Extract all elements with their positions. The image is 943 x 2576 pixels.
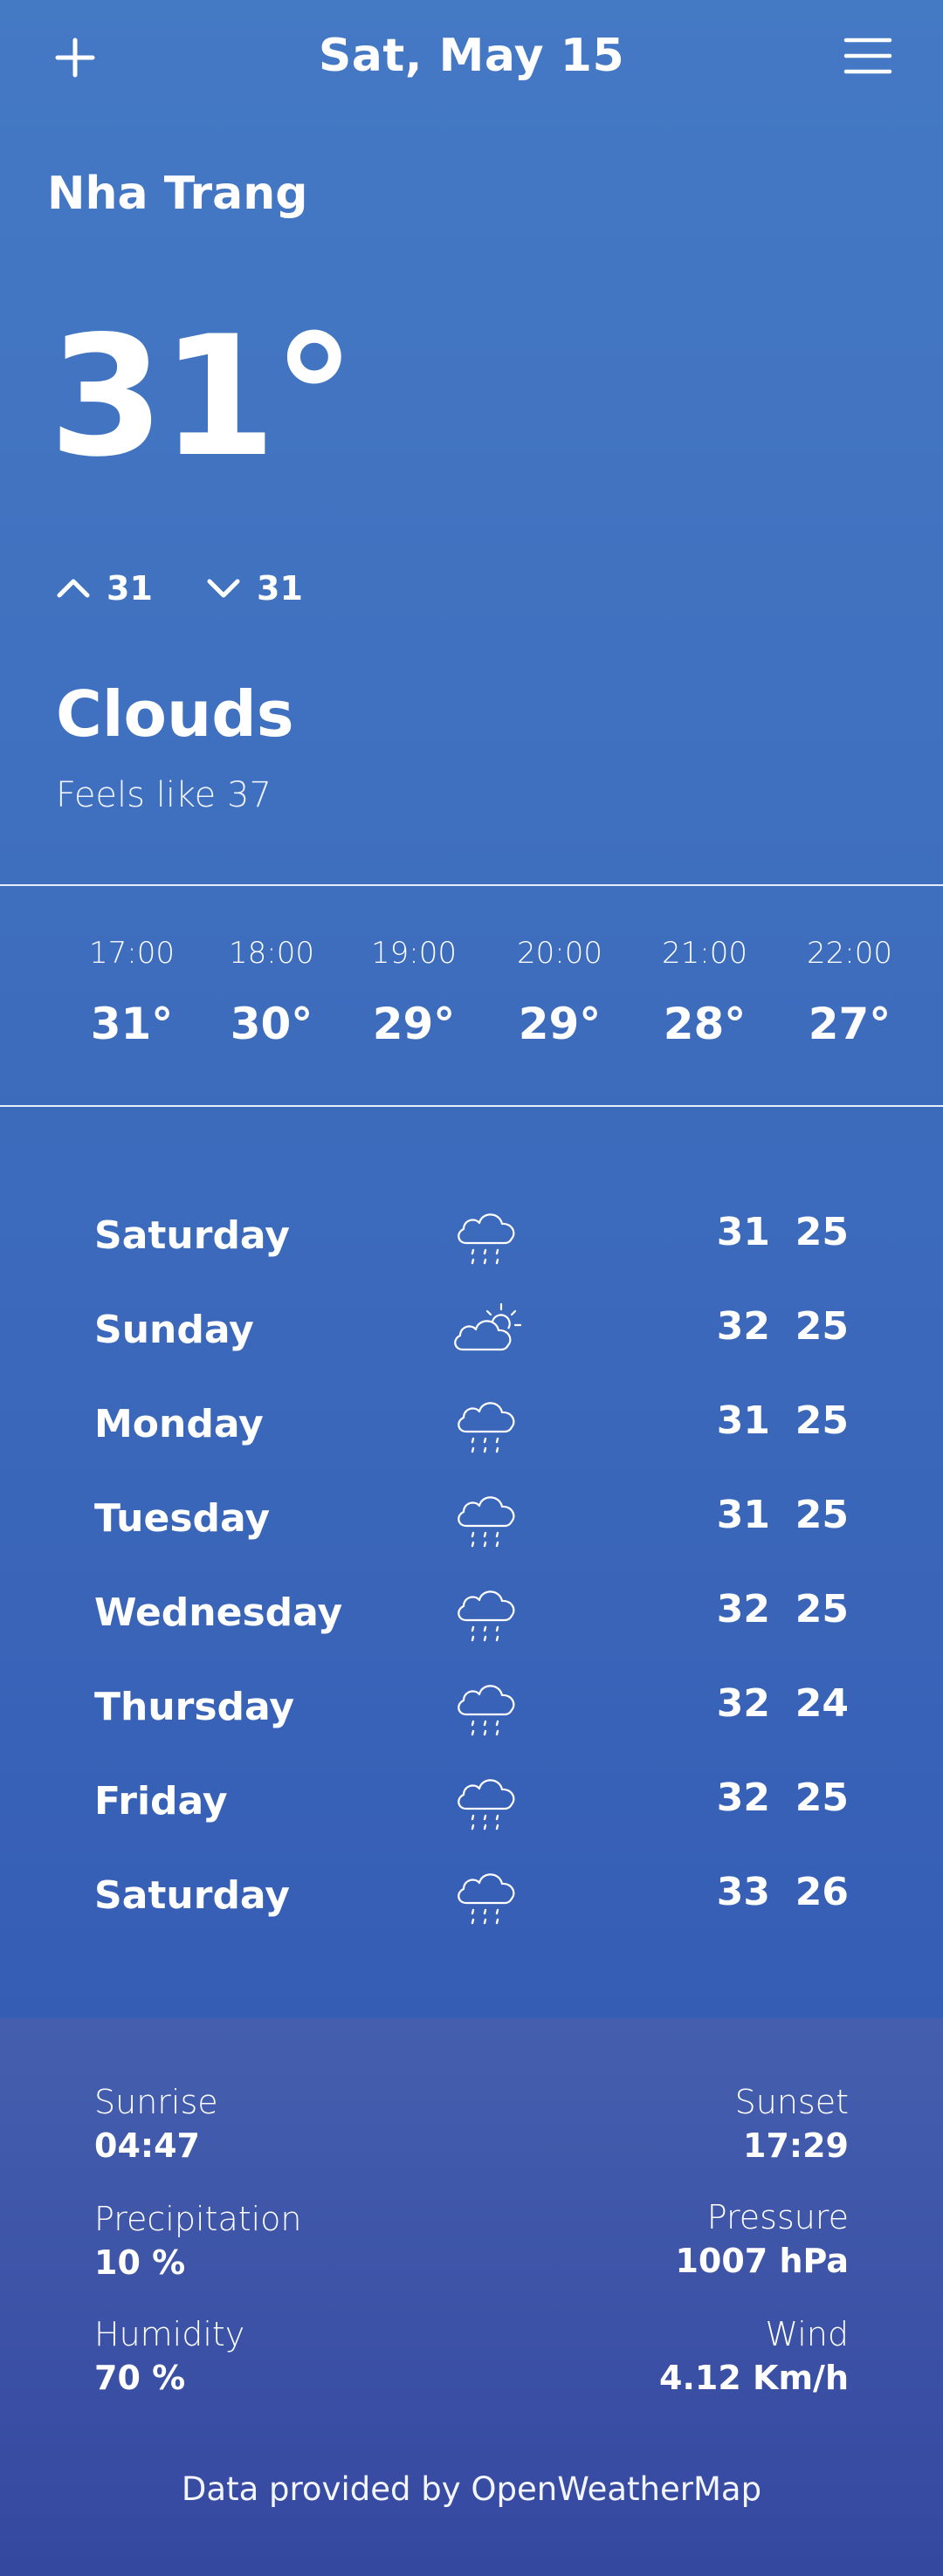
day-name: Sunday	[94, 1308, 254, 1352]
hourly-time: 22:00	[807, 936, 892, 971]
day-min-temperature: 24	[795, 1681, 849, 1726]
precipitation-value: 10 %	[94, 2243, 186, 2282]
hourly-temperature: 29°	[518, 999, 602, 1049]
humidity-label: Humidity	[94, 2315, 245, 2353]
daily-row: Saturday 33 26	[0, 1854, 943, 1933]
day-min-temperature: 25	[795, 1493, 849, 1537]
daily-row: Sunday 32 25	[0, 1288, 943, 1367]
hourly-item: 20:00 29°	[494, 932, 625, 1049]
daily-row: Saturday 31 25	[0, 1194, 943, 1273]
daily-row: Wednesday 32 25	[0, 1571, 943, 1650]
day-min-temperature: 25	[795, 1210, 849, 1254]
rain-cloud-icon	[451, 1199, 522, 1271]
weather-condition: Clouds	[56, 677, 294, 751]
precipitation-label: Precipitation	[94, 2200, 302, 2238]
day-name: Saturday	[94, 1873, 290, 1918]
hourly-temperature: 29°	[372, 999, 456, 1049]
high-temperature-value: 31	[107, 569, 153, 608]
partly-sunny-icon	[451, 1294, 522, 1365]
hourly-item: 22:00 27°	[784, 932, 915, 1049]
sunrise-label: Sunrise	[94, 2083, 218, 2121]
hourly-time: 21:00	[662, 936, 747, 971]
day-name: Tuesday	[94, 1496, 271, 1541]
hourly-time: 19:00	[371, 936, 457, 971]
hourly-temperature: 31°	[90, 999, 174, 1049]
data-credit: Data provided by OpenWeatherMap	[181, 2470, 762, 2508]
rain-cloud-icon	[451, 1388, 522, 1460]
hourly-time: 18:00	[229, 936, 314, 971]
chevron-up-icon	[57, 579, 90, 598]
day-min-temperature: 25	[795, 1587, 849, 1631]
date-title: Sat, May 15	[318, 30, 625, 82]
hourly-bottom-divider	[0, 1105, 943, 1107]
hourly-item: 19:00 29°	[348, 932, 479, 1049]
sunset-label: Sunset	[734, 2083, 849, 2121]
sunset-value: 17:29	[743, 2126, 849, 2165]
low-temperature: 31	[206, 567, 303, 609]
wind-label: Wind	[765, 2315, 849, 2353]
hourly-temperature: 27°	[808, 999, 891, 1049]
day-min-temperature: 25	[795, 1304, 849, 1349]
hourly-time: 20:00	[517, 936, 602, 971]
day-name: Saturday	[94, 1213, 290, 1258]
day-name: Friday	[94, 1779, 228, 1824]
daily-row: Monday 31 25	[0, 1383, 943, 1461]
hourly-item: 18:00 30°	[206, 932, 337, 1049]
chevron-down-icon	[207, 579, 240, 598]
high-temperature: 31	[56, 567, 153, 609]
day-min-temperature: 25	[795, 1398, 849, 1443]
hamburger-menu-icon	[843, 38, 892, 74]
feels-like: Feels like 37	[56, 775, 272, 815]
day-max-temperature: 31	[716, 1210, 770, 1254]
rain-cloud-icon	[451, 1577, 522, 1648]
day-max-temperature: 32	[716, 1681, 770, 1726]
day-min-temperature: 26	[795, 1870, 849, 1914]
day-max-temperature: 32	[716, 1587, 770, 1631]
daily-row: Friday 32 25	[0, 1760, 943, 1838]
rain-cloud-icon	[451, 1765, 522, 1837]
daily-row: Thursday 32 24	[0, 1666, 943, 1744]
day-max-temperature: 32	[716, 1776, 770, 1820]
day-name: Wednesday	[94, 1590, 343, 1635]
pressure-value: 1007 hPa	[675, 2242, 849, 2280]
hourly-top-divider	[0, 884, 943, 886]
menu-button[interactable]	[843, 37, 892, 75]
daily-row: Tuesday 31 25	[0, 1477, 943, 1556]
hourly-time: 17:00	[89, 936, 175, 971]
rain-cloud-icon	[451, 1859, 522, 1931]
humidity-value: 70 %	[94, 2359, 186, 2397]
current-temperature: 31°	[49, 300, 355, 493]
day-max-temperature: 31	[716, 1493, 770, 1537]
day-max-temperature: 31	[716, 1398, 770, 1443]
hourly-temperature: 28°	[663, 999, 747, 1049]
rain-cloud-icon	[451, 1671, 522, 1742]
day-max-temperature: 32	[716, 1304, 770, 1349]
day-max-temperature: 33	[716, 1870, 770, 1914]
wind-value: 4.12 Km/h	[659, 2359, 849, 2397]
hourly-item: 21:00 28°	[639, 932, 770, 1049]
hourly-temperature: 30°	[230, 999, 313, 1049]
day-name: Thursday	[94, 1685, 295, 1729]
hourly-item: 17:00 31°	[66, 932, 197, 1049]
day-min-temperature: 25	[795, 1776, 849, 1820]
city-name: Nha Trang	[47, 168, 308, 220]
pressure-label: Pressure	[706, 2198, 849, 2236]
sunrise-value: 04:47	[94, 2126, 200, 2165]
rain-cloud-icon	[451, 1482, 522, 1554]
low-temperature-value: 31	[257, 569, 303, 608]
day-name: Monday	[94, 1402, 264, 1446]
